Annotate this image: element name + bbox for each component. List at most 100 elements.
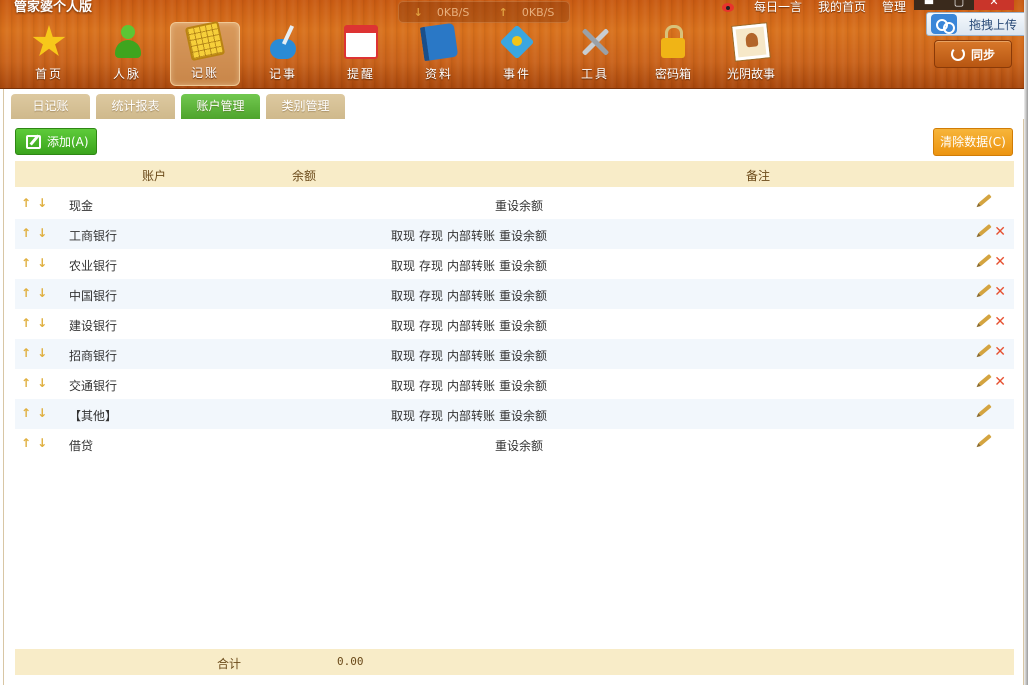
row-action-link[interactable]: 存现 — [419, 379, 443, 393]
nav-item-reminders[interactable]: 提醒 — [322, 22, 400, 86]
move-up-icon[interactable]: ↑ — [21, 197, 31, 209]
move-down-icon[interactable]: ↓ — [37, 347, 47, 359]
delete-icon[interactable]: ✕ — [994, 315, 1006, 329]
nav-item-accounting[interactable]: 记账 — [170, 20, 240, 86]
row-action-link[interactable]: 存现 — [419, 349, 443, 363]
move-up-icon[interactable]: ↑ — [21, 437, 31, 449]
row-action-link[interactable]: 内部转账 — [447, 409, 495, 423]
nav-item-notes[interactable]: 记事 — [244, 22, 322, 86]
sync-button[interactable]: 同步 — [934, 40, 1012, 68]
move-down-icon[interactable]: ↓ — [37, 317, 47, 329]
upload-speed: 0KB/S — [521, 5, 555, 19]
move-down-icon[interactable]: ↓ — [37, 197, 47, 209]
row-action-link[interactable]: 取现 — [391, 289, 415, 303]
edit-pencil-icon[interactable] — [978, 253, 992, 267]
my-homepage-link[interactable]: 我的首页 — [818, 0, 866, 15]
row-action-link[interactable]: 重设余额 — [499, 319, 547, 333]
move-down-icon[interactable]: ↓ — [37, 407, 47, 419]
weibo-icon[interactable] — [720, 0, 738, 14]
row-action-link[interactable]: 取现 — [391, 229, 415, 243]
minimize-button[interactable]: ▬ — [914, 0, 944, 10]
row-action-link[interactable]: 重设余额 — [499, 409, 547, 423]
edit-pencil-icon[interactable] — [978, 343, 992, 357]
tab-category-management[interactable]: 类别管理 — [266, 94, 345, 119]
row-actions: 取现 存现 内部转账 重设余额 — [387, 287, 547, 304]
edit-icon — [26, 134, 41, 149]
delete-icon[interactable]: ✕ — [994, 375, 1006, 389]
row-action-link[interactable]: 重设余额 — [499, 289, 547, 303]
nav-item-events[interactable]: 事件 — [478, 22, 556, 86]
edit-pencil-icon[interactable] — [978, 403, 992, 417]
move-up-icon[interactable]: ↑ — [21, 317, 31, 329]
row-action-link[interactable]: 取现 — [391, 409, 415, 423]
row-action-link[interactable]: 内部转账 — [447, 259, 495, 273]
edit-pencil-icon[interactable] — [978, 283, 992, 297]
move-down-icon[interactable]: ↓ — [37, 227, 47, 239]
account-name: 【其他】 — [69, 409, 118, 423]
row-action-link[interactable]: 重设余额 — [495, 439, 543, 453]
tab-daily-journal[interactable]: 日记账 — [11, 94, 90, 119]
nav-item-contacts[interactable]: 人脉 — [88, 22, 166, 86]
row-action-link[interactable]: 存现 — [419, 289, 443, 303]
account-name: 交通银行 — [69, 379, 118, 393]
row-action-link[interactable]: 重设余额 — [499, 379, 547, 393]
add-account-button[interactable]: 添加(A) — [15, 128, 97, 155]
move-down-icon[interactable]: ↓ — [37, 287, 47, 299]
tab-statistics-report[interactable]: 统计报表 — [96, 94, 175, 119]
row-action-link[interactable]: 存现 — [419, 319, 443, 333]
edit-pencil-icon[interactable] — [978, 223, 992, 237]
move-up-icon[interactable]: ↑ — [21, 377, 31, 389]
row-action-link[interactable]: 取现 — [391, 379, 415, 393]
drag-upload-button[interactable]: 拖拽上传 — [926, 12, 1028, 36]
nav-item-password-box[interactable]: 密码箱 — [634, 22, 712, 86]
move-up-icon[interactable]: ↑ — [21, 227, 31, 239]
row-action-link[interactable]: 内部转账 — [447, 289, 495, 303]
row-action-link[interactable]: 存现 — [419, 259, 443, 273]
row-action-link[interactable]: 内部转账 — [447, 349, 495, 363]
upload-arrow-icon: ↑ — [498, 5, 508, 19]
delete-icon[interactable]: ✕ — [994, 285, 1006, 299]
nav-item-home[interactable]: 首页 — [10, 22, 88, 86]
delete-icon[interactable]: ✕ — [994, 345, 1006, 359]
tab-account-management[interactable]: 账户管理 — [181, 94, 260, 119]
maximize-button[interactable]: ▢ — [944, 0, 974, 10]
row-action-link[interactable]: 内部转账 — [447, 379, 495, 393]
row-action-link[interactable]: 内部转账 — [447, 229, 495, 243]
manage-link[interactable]: 管理 — [882, 0, 906, 15]
nav-item-tools[interactable]: 工具 — [556, 22, 634, 86]
row-actions: 取现 存现 内部转账 重设余额 — [387, 317, 547, 334]
move-down-icon[interactable]: ↓ — [37, 377, 47, 389]
nav-item-documents[interactable]: 资料 — [400, 22, 478, 86]
move-up-icon[interactable]: ↑ — [21, 347, 31, 359]
row-action-link[interactable]: 取现 — [391, 319, 415, 333]
edit-pencil-icon[interactable] — [978, 373, 992, 387]
edit-pencil-icon[interactable] — [978, 313, 992, 327]
nav-label: 密码箱 — [654, 67, 691, 81]
row-action-link[interactable]: 重设余额 — [499, 229, 547, 243]
row-action-link[interactable]: 重设余额 — [499, 259, 547, 273]
nav-item-time-stories[interactable]: 光阴故事 — [712, 22, 790, 86]
clear-data-button[interactable]: 清除数据(C) — [933, 128, 1013, 156]
delete-icon[interactable]: ✕ — [994, 225, 1006, 239]
nav-label: 记事 — [268, 67, 297, 81]
move-up-icon[interactable]: ↑ — [21, 287, 31, 299]
edit-pencil-icon[interactable] — [978, 433, 992, 447]
row-action-link[interactable]: 存现 — [419, 409, 443, 423]
add-label: 添加(A) — [47, 135, 89, 149]
edit-pencil-icon[interactable] — [978, 193, 992, 207]
move-down-icon[interactable]: ↓ — [37, 437, 47, 449]
row-action-link[interactable]: 重设余额 — [499, 349, 547, 363]
move-up-icon[interactable]: ↑ — [21, 257, 31, 269]
row-action-link[interactable]: 取现 — [391, 259, 415, 273]
row-action-link[interactable]: 重设余额 — [495, 199, 543, 213]
move-down-icon[interactable]: ↓ — [37, 257, 47, 269]
daily-quote-link[interactable]: 每日一言 — [754, 0, 802, 15]
delete-icon[interactable]: ✕ — [994, 255, 1006, 269]
account-name: 借贷 — [69, 439, 94, 453]
row-action-link[interactable]: 内部转账 — [447, 319, 495, 333]
close-button[interactable]: ✕ — [974, 0, 1014, 10]
table-row: ↑ ↓ 农业银行 取现 存现 内部转账 重设余额 ✕ — [15, 249, 1014, 279]
row-action-link[interactable]: 取现 — [391, 349, 415, 363]
move-up-icon[interactable]: ↑ — [21, 407, 31, 419]
row-action-link[interactable]: 存现 — [419, 229, 443, 243]
